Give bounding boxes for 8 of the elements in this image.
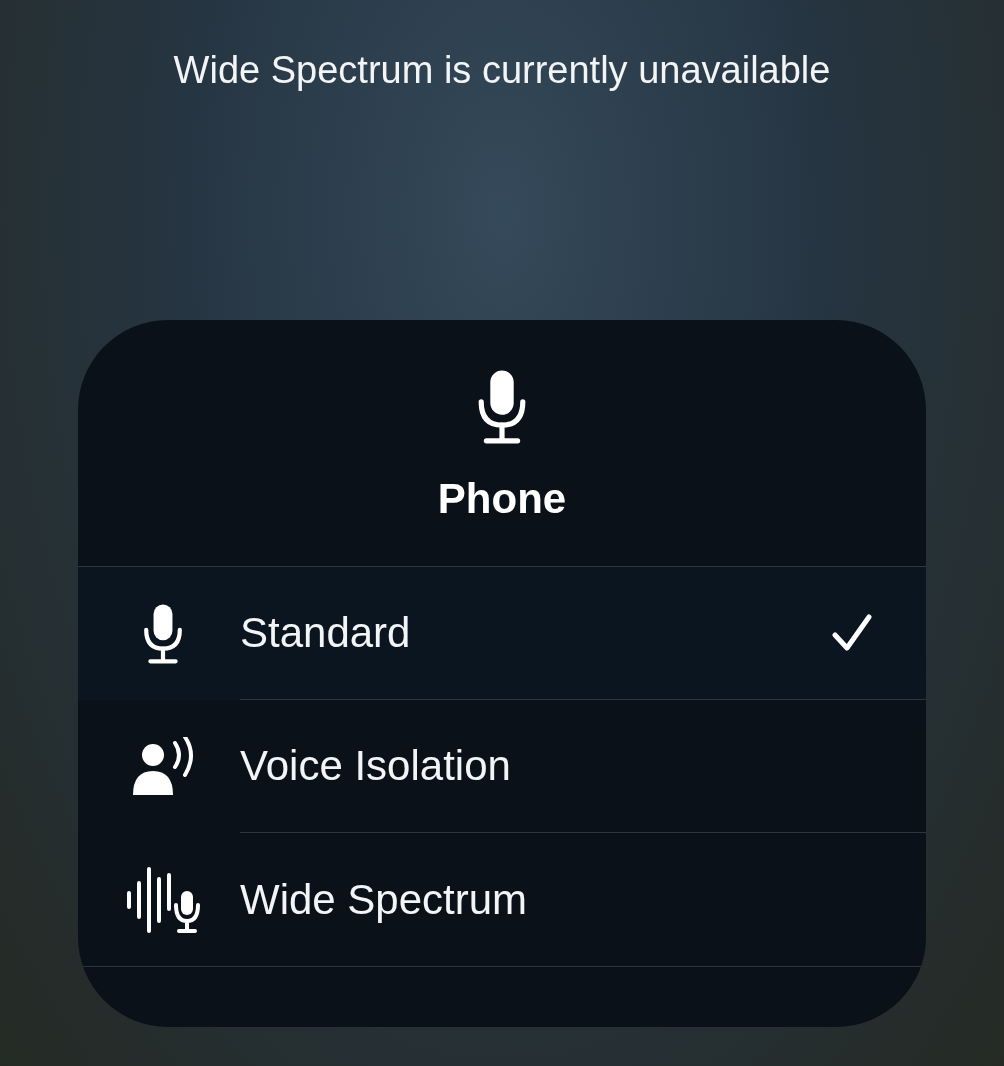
waveform-microphone-icon xyxy=(125,864,201,935)
person-sound-waves-icon xyxy=(131,736,195,797)
panel-title: Phone xyxy=(437,474,567,524)
checkmark-icon xyxy=(832,613,872,653)
notice-text: Wide Spectrum is currently unavailable xyxy=(173,48,831,93)
mode-option[interactable]: Standard xyxy=(78,567,926,700)
mode-option[interactable]: Voice Isolation xyxy=(78,700,926,833)
mode-option[interactable]: Wide Spectrum xyxy=(78,833,926,966)
